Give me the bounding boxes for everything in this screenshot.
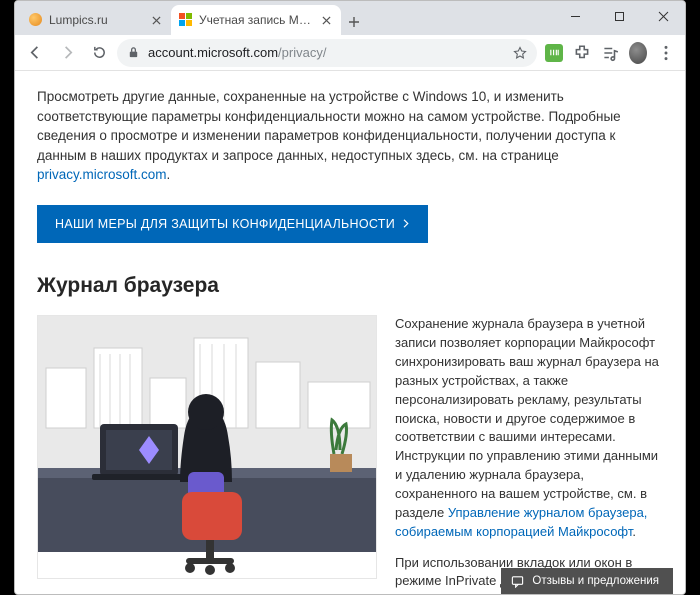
close-icon[interactable] bbox=[319, 13, 333, 27]
address-bar: account.microsoft.com/privacy/ bbox=[15, 35, 685, 71]
close-window-button[interactable] bbox=[641, 1, 685, 31]
page-viewport: Просмотреть другие данные, сохраненные н… bbox=[15, 71, 685, 594]
playlist-icon[interactable] bbox=[601, 44, 619, 62]
intro-paragraph: Просмотреть другие данные, сохраненные н… bbox=[37, 87, 663, 185]
close-icon[interactable] bbox=[149, 13, 163, 27]
tab-title: Lumpics.ru bbox=[49, 13, 143, 27]
window-controls bbox=[553, 1, 685, 31]
tab-strip: Lumpics.ru Учетная запись Майкрософт | К bbox=[15, 1, 685, 35]
privacy-measures-button[interactable]: НАШИ МЕРЫ ДЛЯ ЗАЩИТЫ КОНФИДЕНЦИАЛЬНОСТИ bbox=[37, 205, 428, 243]
tab-microsoft-account[interactable]: Учетная запись Майкрософт | К bbox=[171, 5, 341, 35]
lock-icon bbox=[127, 46, 140, 59]
bookmark-icon[interactable] bbox=[513, 46, 527, 60]
section-split: Сохранение журнала браузера в учетной за… bbox=[37, 315, 663, 594]
forward-button[interactable] bbox=[53, 39, 81, 67]
illustration bbox=[37, 315, 377, 579]
page-content: Просмотреть другие данные, сохраненные н… bbox=[15, 71, 685, 594]
section-text: Сохранение журнала браузера в учетной за… bbox=[395, 315, 663, 594]
maximize-button[interactable] bbox=[597, 1, 641, 31]
new-tab-button[interactable] bbox=[341, 9, 367, 35]
favicon-microsoft bbox=[179, 13, 193, 27]
minimize-button[interactable] bbox=[553, 1, 597, 31]
chevron-right-icon bbox=[401, 219, 410, 228]
back-button[interactable] bbox=[21, 39, 49, 67]
url-text: account.microsoft.com/privacy/ bbox=[148, 45, 326, 60]
privacy-link[interactable]: privacy.microsoft.com bbox=[37, 167, 167, 182]
toolbar-icons bbox=[541, 44, 679, 62]
reload-button[interactable] bbox=[85, 39, 113, 67]
feedback-label: Отзывы и предложения bbox=[532, 575, 659, 587]
favicon-lumpics bbox=[29, 13, 43, 27]
avatar[interactable] bbox=[629, 44, 647, 62]
chat-icon bbox=[511, 575, 524, 588]
feedback-button[interactable]: Отзывы и предложения bbox=[501, 568, 673, 594]
extensions-icon[interactable] bbox=[573, 44, 591, 62]
paragraph-1: Сохранение журнала браузера в учетной за… bbox=[395, 315, 663, 541]
url-input[interactable]: account.microsoft.com/privacy/ bbox=[117, 39, 537, 67]
button-label: НАШИ МЕРЫ ДЛЯ ЗАЩИТЫ КОНФИДЕНЦИАЛЬНОСТИ bbox=[55, 215, 395, 233]
section-title-browser-history: Журнал браузера bbox=[37, 271, 663, 301]
menu-icon[interactable] bbox=[657, 44, 675, 62]
tab-lumpics[interactable]: Lumpics.ru bbox=[21, 5, 171, 35]
browser-window: Lumpics.ru Учетная запись Майкрософт | К bbox=[14, 0, 686, 595]
extension-green-icon[interactable] bbox=[545, 44, 563, 62]
tab-title: Учетная запись Майкрософт | К bbox=[199, 13, 313, 27]
